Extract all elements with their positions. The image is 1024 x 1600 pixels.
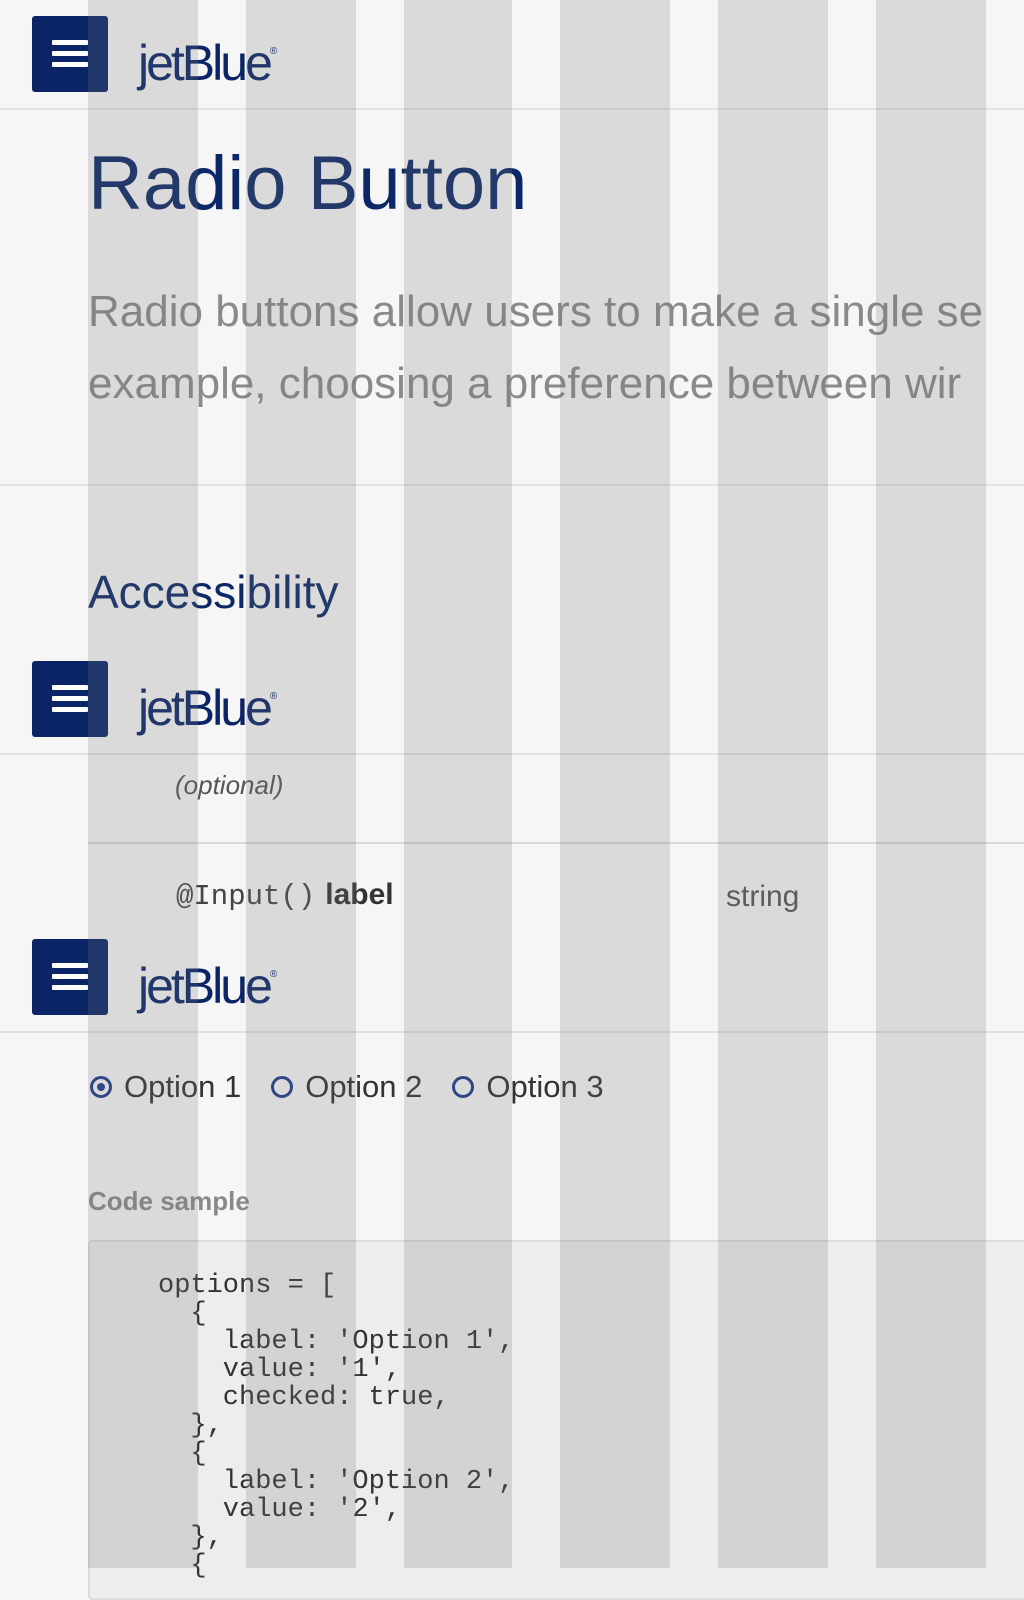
code-sample-block[interactable]: options = [ { label: 'Option 1', value: … <box>88 1240 1024 1600</box>
input-decorator: @Input() <box>176 880 316 913</box>
api-property-type: string <box>726 880 800 913</box>
accessibility-heading: Accessibility <box>88 566 339 618</box>
jetblue-logo[interactable]: jetBlue® <box>138 943 277 1018</box>
menu-button[interactable] <box>32 16 108 92</box>
radio-option-2[interactable]: Option 2 <box>269 1069 422 1105</box>
property-name: label <box>325 878 394 911</box>
radio-option-3[interactable]: Option 3 <box>450 1069 604 1105</box>
page-title: Radio Button <box>88 141 528 226</box>
menu-button[interactable] <box>32 661 108 737</box>
api-property-name: @Input() label <box>176 878 394 913</box>
radio-checked-icon[interactable] <box>90 1076 112 1098</box>
radio-label: Option 2 <box>305 1069 423 1104</box>
intro-line: example, choosing a preference between w… <box>88 359 962 408</box>
menu-button[interactable] <box>32 939 108 1015</box>
code-sample-label: Code sample <box>88 1186 250 1216</box>
section-divider <box>0 484 1024 486</box>
radio-group-demo: Option 1 Option 2 Option 3 <box>88 1064 632 1110</box>
app-header: jetBlue® <box>0 645 1024 755</box>
code-content: options = [ { label: 'Option 1', value: … <box>158 1271 515 1581</box>
radio-label: Option 3 <box>486 1069 604 1104</box>
jetblue-logo[interactable]: jetBlue® <box>138 20 277 95</box>
radio-option-1[interactable]: Option 1 <box>88 1069 241 1105</box>
intro-line: Radio buttons allow users to make a sing… <box>88 287 984 336</box>
optional-label: (optional) <box>175 770 284 800</box>
radio-unchecked-icon[interactable] <box>271 1076 294 1098</box>
app-header: jetBlue® <box>0 923 1024 1033</box>
radio-label: Option 1 <box>124 1069 242 1104</box>
table-divider <box>88 842 1024 844</box>
radio-unchecked-icon[interactable] <box>452 1076 475 1098</box>
app-header: jetBlue® <box>0 0 1024 110</box>
intro-paragraph: Radio buttons allow users to make a sing… <box>88 276 1024 420</box>
jetblue-logo[interactable]: jetBlue® <box>138 665 277 740</box>
